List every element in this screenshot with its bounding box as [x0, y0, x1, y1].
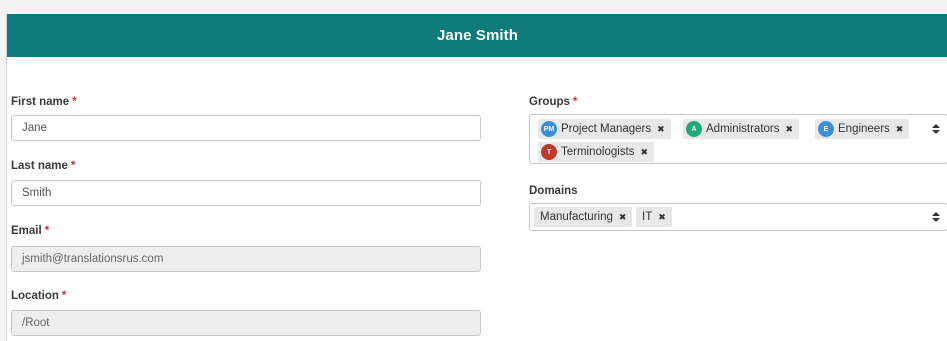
required-marker: * — [72, 96, 77, 108]
group-chip: E Engineers ✖ — [815, 119, 910, 139]
first-name-input[interactable]: Jane — [11, 115, 481, 141]
last-name-label: Last name * — [11, 160, 76, 172]
required-marker: * — [44, 225, 50, 237]
last-name-input[interactable]: Smith — [11, 180, 481, 206]
first-name-label: First name * — [11, 96, 77, 108]
group-chip: T Terminologists ✖ — [538, 142, 655, 162]
location-label: Location * — [11, 290, 67, 302]
groups-select[interactable]: PM Project Managers ✖ A Administrators ✖… — [529, 114, 947, 164]
sort-arrows-icon[interactable] — [932, 122, 940, 136]
group-avatar: E — [818, 121, 834, 137]
domains-select[interactable]: Manufacturing ✖ IT ✖ — [529, 203, 947, 231]
remove-chip-icon[interactable]: ✖ — [658, 212, 666, 223]
user-dialog: Jane Smith First name * Jane Last name * S… — [6, 14, 947, 341]
remove-chip-icon[interactable]: ✖ — [896, 124, 904, 135]
remove-chip-icon[interactable]: ✖ — [619, 212, 627, 223]
group-avatar: PM — [541, 121, 557, 137]
dialog-header: Jane Smith — [7, 14, 947, 57]
group-avatar: T — [541, 144, 557, 160]
sort-arrows-icon[interactable] — [932, 210, 940, 224]
required-marker: * — [70, 160, 76, 172]
required-marker: * — [61, 290, 67, 302]
location-field[interactable]: /Root — [11, 310, 481, 336]
remove-chip-icon[interactable]: ✖ — [657, 124, 665, 135]
domains-label: Domains — [529, 185, 578, 197]
domain-chip: Manufacturing ✖ — [534, 207, 633, 227]
group-chip: A Administrators ✖ — [683, 119, 800, 139]
groups-label: Groups * — [529, 96, 578, 108]
group-avatar: A — [686, 121, 702, 137]
remove-chip-icon[interactable]: ✖ — [786, 124, 794, 135]
dialog-title: Jane Smith — [436, 27, 519, 44]
required-marker: * — [572, 96, 578, 108]
email-field[interactable]: jsmith@translationsrus.com — [11, 246, 481, 272]
email-label: Email * — [11, 225, 50, 237]
group-chip: PM Project Managers ✖ — [538, 119, 671, 139]
domain-chip: IT ✖ — [636, 207, 672, 227]
remove-chip-icon[interactable]: ✖ — [641, 147, 649, 158]
